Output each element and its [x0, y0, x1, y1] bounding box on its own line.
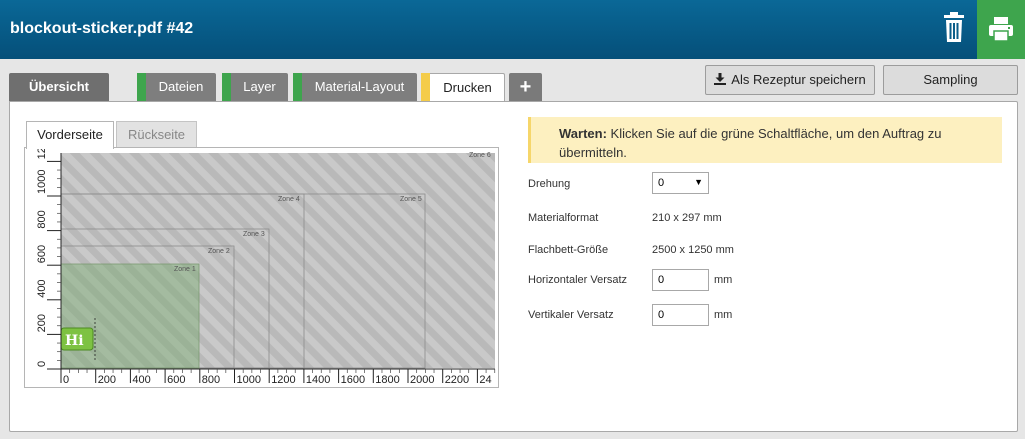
y-tick-label: 0: [36, 361, 48, 367]
page-title: blockout-sticker.pdf #42: [10, 20, 194, 37]
rotation-value: 0: [658, 177, 665, 189]
x-tick-label: 2200: [445, 374, 469, 386]
flatbed-preview: Zone 6 Zone 4 Zone 5 Zone 3 Zone 2 Zone …: [24, 135, 499, 388]
save-recipe-label: Als Rezeptur speichern: [731, 72, 866, 87]
x-tick-label: 200: [98, 374, 116, 386]
download-icon: [714, 73, 727, 85]
zone-1-rect: [60, 263, 200, 369]
job-label: Hi: [65, 333, 84, 349]
tab-layer[interactable]: Layer: [222, 73, 288, 101]
y-tick-label: 400: [36, 279, 48, 297]
x-tick-label: 800: [202, 374, 220, 386]
x-tick-label: 1800: [375, 374, 399, 386]
save-recipe-button[interactable]: Als Rezeptur speichern: [705, 65, 875, 95]
tab-label: Material-Layout: [314, 79, 405, 94]
status-marker: [137, 73, 146, 101]
tab-back-side[interactable]: Rückseite: [116, 121, 197, 148]
zone-label: Zone 3: [243, 231, 265, 238]
status-marker: [421, 73, 430, 102]
x-tick-label: 1200: [271, 374, 295, 386]
caret-down-icon: ▼: [694, 177, 703, 187]
tab-files[interactable]: Dateien: [137, 73, 216, 101]
horizontal-offset-unit: mm: [714, 274, 733, 286]
material-format-value: 210 x 297 mm: [652, 212, 722, 224]
x-tick-label: 2000: [410, 374, 434, 386]
y-tick-label: 1200: [36, 148, 48, 159]
vertical-offset-unit: mm: [714, 309, 733, 321]
sampling-button[interactable]: Sampling: [883, 65, 1018, 95]
vertical-offset-label: Vertikaler Versatz: [528, 309, 614, 321]
zone-label: Zone 5: [400, 196, 422, 203]
warning-text: Klicken Sie auf die grüne Schaltfläche, …: [559, 126, 942, 160]
vertical-offset-input[interactable]: [652, 304, 709, 326]
flatbed-size-value: 2500 x 1250 mm: [652, 244, 734, 256]
flatbed-canvas: Zone 6 Zone 4 Zone 5 Zone 3 Zone 2 Zone …: [36, 135, 496, 386]
zone-label: Zone 6: [469, 152, 491, 159]
tab-label: Vorderseite: [37, 127, 103, 142]
tab-print[interactable]: Drucken: [421, 73, 505, 102]
tab-label: Drucken: [443, 80, 492, 95]
material-format-label: Materialformat: [528, 212, 599, 224]
app-header: blockout-sticker.pdf #42: [0, 0, 1025, 59]
x-tick-label: 600: [167, 374, 185, 386]
trash-icon: [944, 12, 964, 42]
delete-button[interactable]: [937, 10, 971, 48]
job-thumbnail[interactable]: Hi: [60, 327, 94, 351]
y-tick-label: 800: [36, 210, 48, 228]
warning-title: Warten:: [559, 126, 607, 141]
tab-label: Übersicht: [29, 79, 89, 94]
zone-label: Zone 2: [208, 248, 230, 255]
status-marker: [222, 73, 231, 101]
rotation-select[interactable]: 0 ▼: [652, 172, 709, 194]
tab-label: Rückseite: [127, 127, 186, 142]
printer-icon: [989, 17, 1013, 42]
x-tick-label: 1600: [341, 374, 365, 386]
y-tick-label: 200: [36, 314, 48, 332]
y-tick-label: 600: [36, 245, 48, 263]
y-tick-label: 1000: [36, 170, 48, 194]
warning-banner: Warten: Klicken Sie auf die grüne Schalt…: [528, 117, 1002, 163]
x-tick-label: 1400: [306, 374, 330, 386]
zone-label: Zone 1: [174, 266, 196, 273]
tab-label: Layer: [243, 79, 276, 94]
add-tab-button[interactable]: +: [509, 73, 542, 101]
x-tick-label: 24: [479, 374, 491, 386]
plus-icon: +: [519, 76, 532, 98]
status-marker: [293, 73, 302, 101]
zone-label: Zone 4: [278, 196, 300, 203]
x-axis-ticks: 0 200 400 600 800 1000 1200 1400 1600 1800 2000 220…: [60, 369, 496, 386]
horizontal-offset-input[interactable]: [652, 269, 709, 291]
rotation-label: Drehung: [528, 178, 571, 190]
tab-material-layout[interactable]: Material-Layout: [293, 73, 417, 101]
x-tick-label: 0: [63, 374, 69, 386]
y-axis-ticks: 0 200 400 600 800 1000 1200: [36, 135, 61, 370]
tab-overview[interactable]: Übersicht: [9, 73, 109, 101]
x-tick-label: 1000: [237, 374, 261, 386]
sampling-label: Sampling: [923, 72, 978, 87]
flatbed-size-label: Flachbett-Größe: [528, 244, 609, 256]
tab-label: Dateien: [158, 79, 204, 94]
x-tick-label: 400: [132, 374, 150, 386]
horizontal-offset-label: Horizontaler Versatz: [528, 274, 628, 286]
print-button[interactable]: [977, 0, 1025, 59]
tab-front-side[interactable]: Vorderseite: [26, 121, 114, 149]
